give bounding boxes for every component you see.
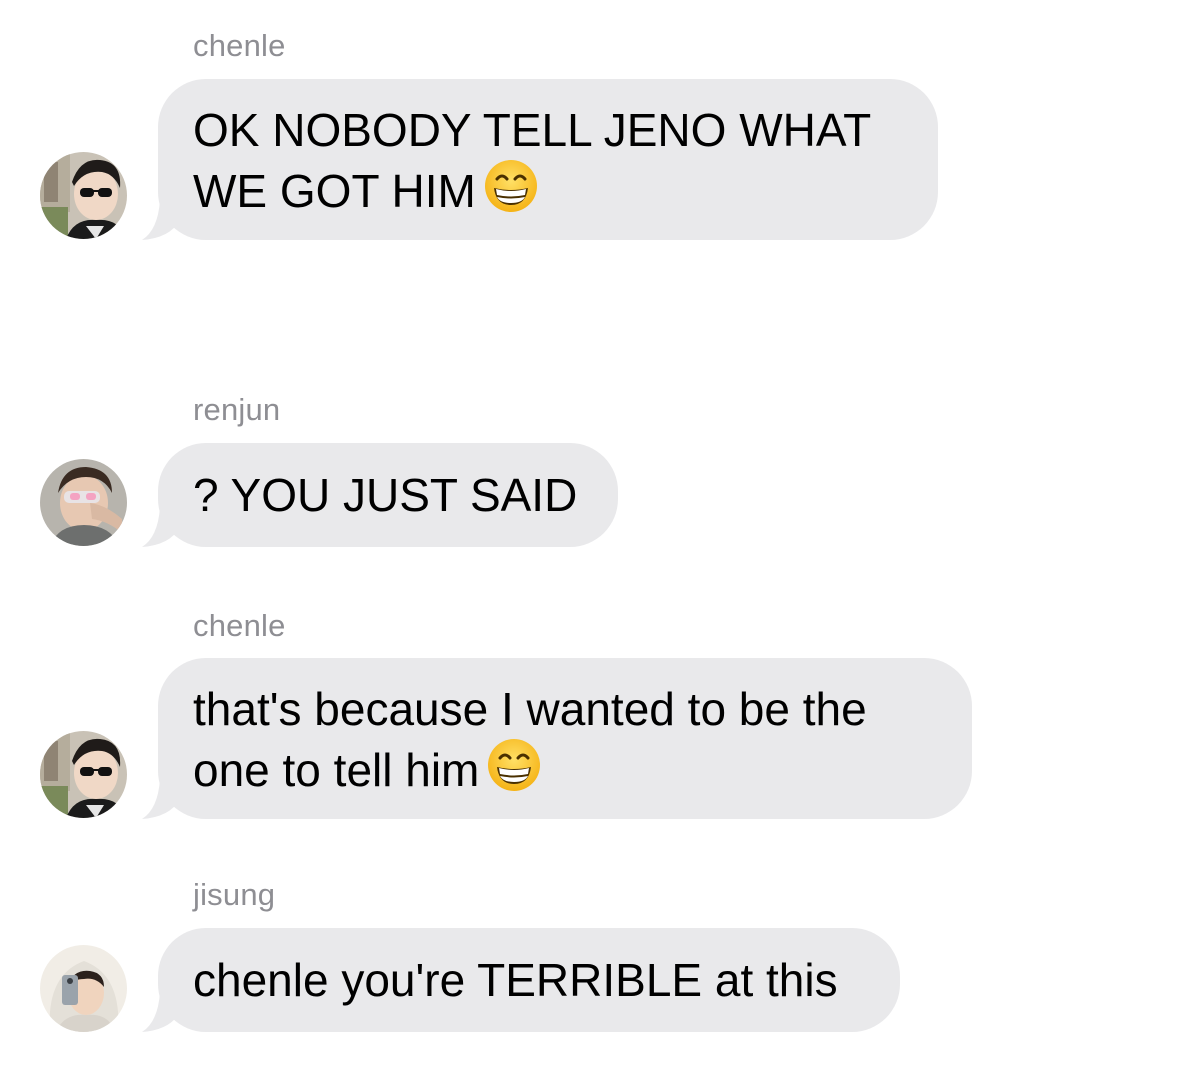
sender-name: jisung (193, 877, 276, 912)
message-line: OK NOBODY TELL JENO WHAT (193, 104, 872, 156)
message-line: WE GOT HIM (193, 165, 476, 217)
avatar-photo (40, 152, 127, 239)
jisung-avatar[interactable] (40, 945, 127, 1032)
grinning-face-emoji-icon (484, 160, 537, 212)
avatar-photo (40, 945, 127, 1032)
message-bubble[interactable]: OK NOBODY TELL JENO WHAT WE GOT HIM (158, 79, 938, 240)
avatar-photo (40, 459, 127, 546)
grinning-face-emoji-icon (488, 739, 541, 791)
chenle-avatar[interactable] (40, 731, 127, 818)
bubble-tail (142, 779, 180, 819)
bubble-tail (142, 992, 180, 1032)
message-line: ? YOU JUST SAID (193, 469, 578, 521)
avatar-photo (40, 731, 127, 818)
message-bubble[interactable]: chenle you're TERRIBLE at this (158, 928, 900, 1032)
message-bubble[interactable]: ? YOU JUST SAID (158, 443, 618, 547)
message-line: that's because I wanted to be the (193, 683, 867, 735)
bubble-tail (142, 200, 180, 240)
renjun-avatar[interactable] (40, 459, 127, 546)
message-bubble[interactable]: that's because I wanted to be the one to… (158, 658, 972, 819)
sender-name: chenle (193, 28, 286, 63)
bubble-tail (142, 507, 180, 547)
message-line: one to tell him (193, 744, 480, 796)
chenle-avatar[interactable] (40, 152, 127, 239)
sender-name: chenle (193, 608, 286, 643)
sender-name: renjun (193, 392, 281, 427)
message-line: chenle you're TERRIBLE at this (193, 954, 838, 1006)
